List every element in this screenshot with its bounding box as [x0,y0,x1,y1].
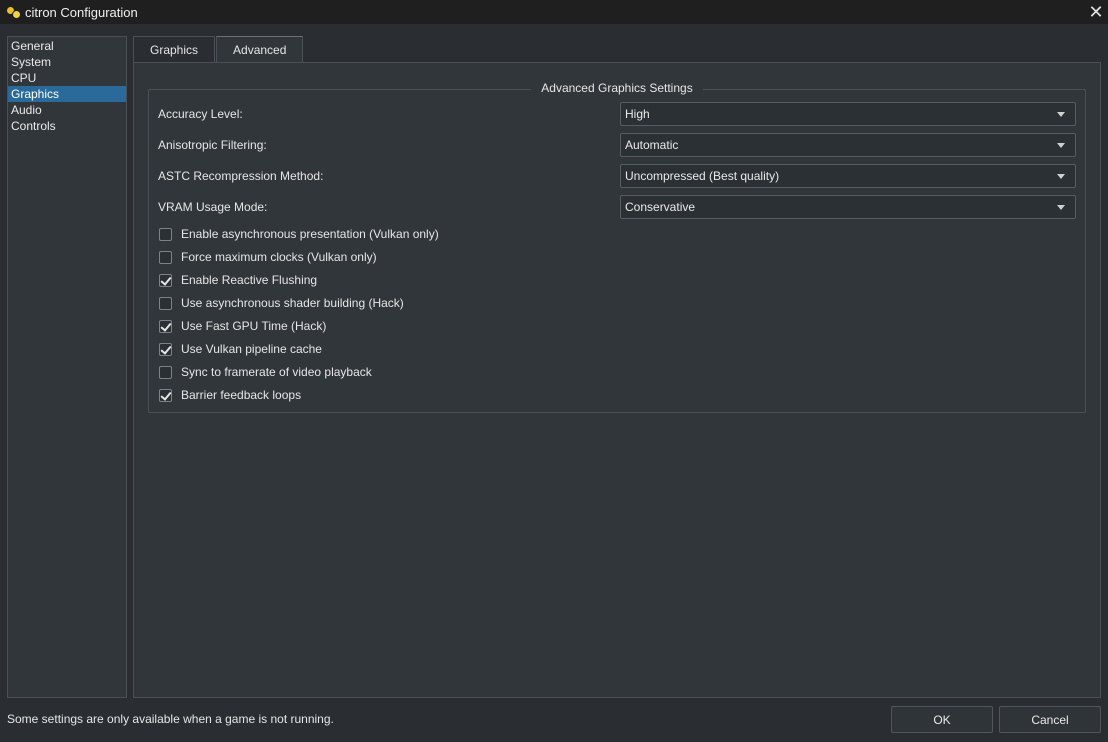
async-shader-checkbox-row[interactable]: Use asynchronous shader building (Hack) [159,294,404,312]
tab-panel: Advanced Graphics Settings Accuracy Leve… [133,62,1101,698]
sidebar-item-audio[interactable]: Audio [8,102,126,118]
accuracy-level-label: Accuracy Level: [158,107,243,121]
vram-usage-mode-value: Conservative [625,200,696,214]
force-max-clocks-label: Force maximum clocks (Vulkan only) [181,250,377,264]
close-icon[interactable]: ✕ [1084,0,1108,24]
chevron-down-icon [1057,112,1065,117]
setting-row: Accuracy Level: High [158,102,1076,126]
fast-gpu-time-checkbox-row[interactable]: Use Fast GPU Time (Hack) [159,317,326,335]
setting-row: VRAM Usage Mode: Conservative [158,195,1076,219]
async-presentation-label: Enable asynchronous presentation (Vulkan… [181,227,439,241]
tab-advanced[interactable]: Advanced [216,36,304,63]
anisotropic-filtering-dropdown[interactable]: Automatic [620,133,1076,157]
sync-video-framerate-checkbox-row[interactable]: Sync to framerate of video playback [159,363,372,381]
vulkan-pipeline-cache-label: Use Vulkan pipeline cache [181,342,322,356]
astc-recompression-value: Uncompressed (Best quality) [625,169,780,183]
vulkan-pipeline-cache-checkbox-row[interactable]: Use Vulkan pipeline cache [159,340,322,358]
force-max-clocks-checkbox-row[interactable]: Force maximum clocks (Vulkan only) [159,248,377,266]
astc-recompression-dropdown[interactable]: Uncompressed (Best quality) [620,164,1076,188]
sidebar-item-controls[interactable]: Controls [8,118,126,134]
chevron-down-icon [1057,174,1065,179]
setting-row: Anisotropic Filtering: Automatic [158,133,1076,157]
force-max-clocks-checkbox[interactable] [159,250,172,264]
barrier-feedback-loops-checkbox-row[interactable]: Barrier feedback loops [159,386,301,404]
setting-row: ASTC Recompression Method: Uncompressed … [158,164,1076,188]
barrier-feedback-loops-checkbox[interactable] [159,388,172,402]
async-shader-checkbox[interactable] [159,296,172,310]
barrier-feedback-loops-label: Barrier feedback loops [181,388,302,402]
anisotropic-filtering-value: Automatic [625,138,679,152]
tab-graphics[interactable]: Graphics [133,36,216,62]
sidebar-item-cpu[interactable]: CPU [8,70,126,86]
vulkan-pipeline-cache-checkbox[interactable] [159,342,172,356]
async-shader-label: Use asynchronous shader building (Hack) [181,296,404,310]
accuracy-level-dropdown[interactable]: High [620,102,1076,126]
anisotropic-filtering-label: Anisotropic Filtering: [158,138,267,152]
app-logo-icon [7,6,21,19]
chevron-down-icon [1057,143,1065,148]
status-note: Some settings are only available when a … [7,712,334,726]
sidebar: General System CPU Graphics Audio Contro… [7,36,127,698]
reactive-flushing-checkbox[interactable] [159,273,172,287]
async-presentation-checkbox[interactable] [159,227,172,241]
fast-gpu-time-checkbox[interactable] [159,319,172,333]
vram-usage-mode-dropdown[interactable]: Conservative [620,195,1076,219]
vram-usage-mode-label: VRAM Usage Mode: [158,200,268,214]
tab-bar: Graphics Advanced [133,36,304,63]
reactive-flushing-checkbox-row[interactable]: Enable Reactive Flushing [159,271,317,289]
ok-button[interactable]: OK [891,706,993,733]
sidebar-item-general[interactable]: General [8,38,126,54]
sidebar-item-system[interactable]: System [8,54,126,70]
sync-video-framerate-label: Sync to framerate of video playback [181,365,372,379]
sync-video-framerate-checkbox[interactable] [159,365,172,379]
fast-gpu-time-label: Use Fast GPU Time (Hack) [181,319,327,333]
window-title: citron Configuration [25,4,138,20]
astc-recompression-label: ASTC Recompression Method: [158,169,324,183]
title-bar: citron Configuration ✕ [0,0,1108,24]
group-title: Advanced Graphics Settings [531,81,703,95]
async-presentation-checkbox-row[interactable]: Enable asynchronous presentation (Vulkan… [159,225,439,243]
chevron-down-icon [1057,205,1065,210]
reactive-flushing-label: Enable Reactive Flushing [181,273,318,287]
cancel-button[interactable]: Cancel [999,706,1101,733]
advanced-graphics-group: Advanced Graphics Settings Accuracy Leve… [148,81,1086,413]
accuracy-level-value: High [625,107,650,121]
sidebar-item-graphics[interactable]: Graphics [8,86,126,102]
